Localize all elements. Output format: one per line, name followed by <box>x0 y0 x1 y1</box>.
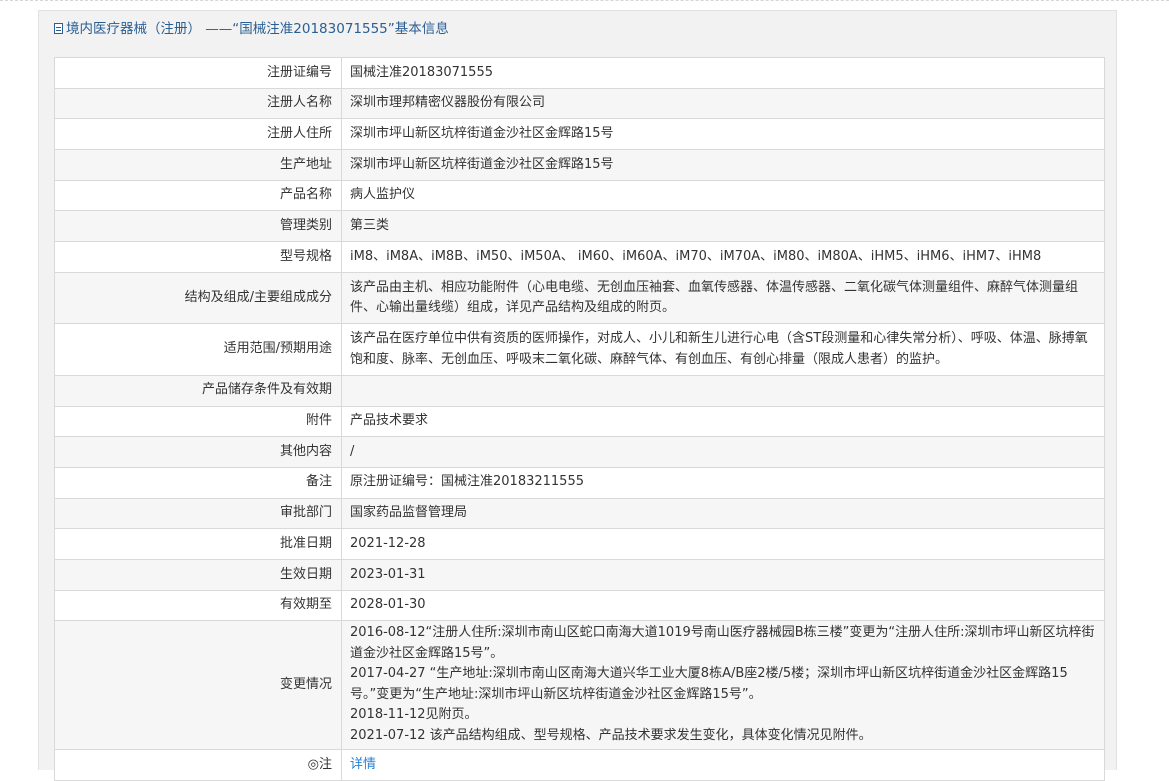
row-label: ◎注 <box>54 749 342 781</box>
row-label: 批准日期 <box>54 528 342 560</box>
top-dashed-divider <box>0 0 1169 1</box>
table-row: 生产地址 深圳市坪山新区坑梓街道金沙社区金辉路15号 <box>54 149 1105 181</box>
row-value: 病人监护仪 <box>341 179 1105 212</box>
table-row: 生效日期 2023-01-31 <box>54 558 1105 591</box>
row-value: 该产品由主机、相应功能附件（心电电缆、无创血压袖套、血氧传感器、体温传感器、二氧… <box>341 271 1105 325</box>
basic-info-panel: 境内医疗器械（注册） ——“国械注准20183071555”基本信息 注册证编号… <box>38 10 1117 781</box>
table-row: 附件 产品技术要求 <box>54 405 1105 438</box>
table-row: 注册人住所 深圳市坪山新区坑梓街道金沙社区金辉路15号 <box>54 118 1105 151</box>
row-label: 适用范围/预期用途 <box>54 323 342 376</box>
change-entry: 2018-11-12见附页。 <box>350 707 478 723</box>
table-row: 管理类别 第三类 <box>54 210 1105 243</box>
row-value: 深圳市坪山新区坑梓街道金沙社区金辉路15号 <box>341 118 1105 151</box>
table-row-detail: ◎注 详情 <box>54 749 1105 781</box>
row-label: 附件 <box>54 405 342 438</box>
row-label: 审批部门 <box>54 497 342 530</box>
table-row: 产品名称 病人监护仪 <box>54 179 1105 212</box>
row-value: 2021-12-28 <box>341 528 1105 560</box>
table-row: 批准日期 2021-12-28 <box>54 528 1105 560</box>
table-row-changes: 变更情况 2016-08-12“注册人住所:深圳市南山区蛇口南海大道1019号南… <box>54 620 1105 751</box>
change-history: 2016-08-12“注册人住所:深圳市南山区蛇口南海大道1019号南山医疗器械… <box>341 620 1105 751</box>
change-entry: 2021-07-12 该产品结构组成、型号规格、产品技术要求发生变化，具体变化情… <box>350 727 872 743</box>
row-value: 深圳市理邦精密仪器股份有限公司 <box>341 87 1105 120</box>
table-row: 产品储存条件及有效期 <box>54 374 1105 407</box>
row-value: 深圳市坪山新区坑梓街道金沙社区金辉路15号 <box>341 149 1105 181</box>
row-value: 2023-01-31 <box>341 558 1105 591</box>
row-value <box>341 374 1105 407</box>
row-value: 国家药品监督管理局 <box>341 497 1105 530</box>
table-row: 备注 原注册证编号：国械注准20183211555 <box>54 466 1105 499</box>
info-table-wrapper: 注册证编号 国械注准20183071555 注册人名称 深圳市理邦精密仪器股份有… <box>54 57 1105 781</box>
table-row: 型号规格 iM8、iM8A、iM8B、iM50、iM50A、 iM60、iM60… <box>54 241 1105 273</box>
row-label: 产品名称 <box>54 179 342 212</box>
row-label: 生效日期 <box>54 558 342 591</box>
table-row: 适用范围/预期用途 该产品在医疗单位中供有资质的医师操作，对成人、小儿和新生儿进… <box>54 323 1105 376</box>
row-label: 有效期至 <box>54 589 342 622</box>
table-row: 审批部门 国家药品监督管理局 <box>54 497 1105 530</box>
row-label: 结构及组成/主要组成成分 <box>54 271 342 325</box>
row-label: 注册人名称 <box>54 87 342 120</box>
row-value: 详情 <box>341 749 1105 781</box>
row-value: 第三类 <box>341 210 1105 243</box>
change-entry: 2016-08-12“注册人住所:深圳市南山区蛇口南海大道1019号南山医疗器械… <box>350 625 1095 661</box>
panel-header: 境内医疗器械（注册） ——“国械注准20183071555”基本信息 <box>39 11 1116 47</box>
row-value: 2028-01-30 <box>341 589 1105 622</box>
row-value: / <box>341 436 1105 468</box>
row-label: 备注 <box>54 466 342 499</box>
table-row: 注册人名称 深圳市理邦精密仪器股份有限公司 <box>54 87 1105 120</box>
row-value: 原注册证编号：国械注准20183211555 <box>341 466 1105 499</box>
row-label: 型号规格 <box>54 241 342 273</box>
row-value: 该产品在医疗单位中供有资质的医师操作，对成人、小儿和新生儿进行心电（含ST段测量… <box>341 323 1105 376</box>
row-value: 国械注准20183071555 <box>341 57 1105 89</box>
page-title: 境内医疗器械（注册） ——“国械注准20183071555”基本信息 <box>66 21 449 37</box>
row-value: iM8、iM8A、iM8B、iM50、iM50A、 iM60、iM60A、iM7… <box>341 241 1105 273</box>
row-label: 变更情况 <box>54 620 342 751</box>
table-row: 注册证编号 国械注准20183071555 <box>54 57 1105 89</box>
row-label: 产品储存条件及有效期 <box>54 374 342 407</box>
document-icon <box>54 23 63 34</box>
table-row: 其他内容 / <box>54 436 1105 468</box>
row-label: 生产地址 <box>54 149 342 181</box>
row-label: 注册证编号 <box>54 57 342 89</box>
row-value: 产品技术要求 <box>341 405 1105 438</box>
row-label: 其他内容 <box>54 436 342 468</box>
table-row: 结构及组成/主要组成成分 该产品由主机、相应功能附件（心电电缆、无创血压袖套、血… <box>54 271 1105 325</box>
row-label: 注册人住所 <box>54 118 342 151</box>
table-row: 有效期至 2028-01-30 <box>54 589 1105 622</box>
info-table: 注册证编号 国械注准20183071555 注册人名称 深圳市理邦精密仪器股份有… <box>54 57 1105 781</box>
row-label: 管理类别 <box>54 210 342 243</box>
change-entry: 2017-04-27 “生产地址:深圳市南山区南海大道兴华工业大厦8栋A/B座2… <box>350 666 1068 702</box>
